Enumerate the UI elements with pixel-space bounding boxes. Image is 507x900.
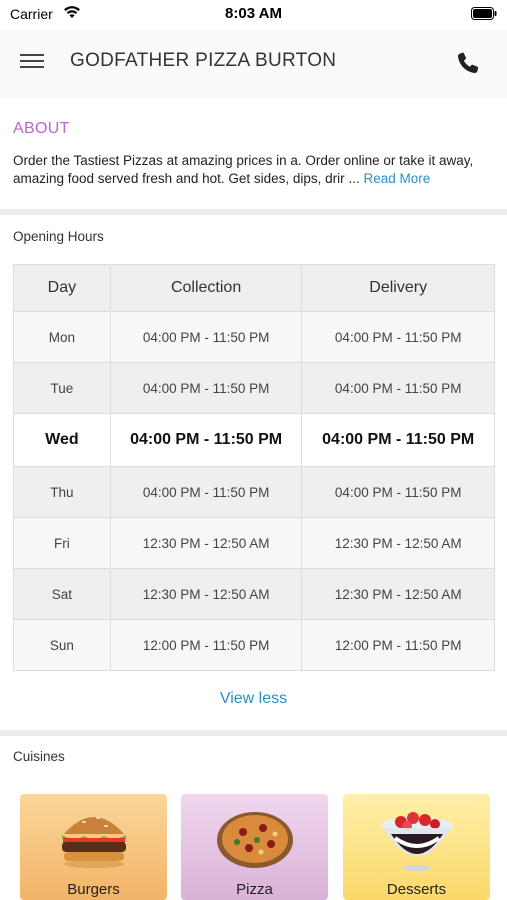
table-header-row: Day Collection Delivery xyxy=(13,264,495,312)
collection-cell: 04:00 PM - 11:50 PM xyxy=(109,362,303,414)
delivery-cell: 04:00 PM - 11:50 PM xyxy=(301,362,495,414)
burger-icon xyxy=(62,817,126,868)
about-heading: ABOUT xyxy=(13,120,70,137)
day-cell: Thu xyxy=(13,466,111,518)
opening-hours-table: Day Collection Delivery Mon 04:00 PM - 1… xyxy=(13,264,495,671)
cuisine-card-desserts[interactable]: Desserts xyxy=(343,794,490,900)
delivery-cell: 12:30 PM - 12:50 AM xyxy=(301,568,495,620)
cuisines-title: Cuisines xyxy=(13,749,65,764)
app-header: GODFATHER PIZZA BURTON xyxy=(0,30,507,98)
collection-cell: 04:00 PM - 11:50 PM xyxy=(109,311,303,363)
status-bar: Carrier 8:03 AM xyxy=(0,0,507,30)
table-row: Sat 12:30 PM - 12:50 AM 12:30 PM - 12:50… xyxy=(13,568,495,620)
page-title: GODFATHER PIZZA BURTON xyxy=(70,50,337,71)
cuisine-label: Burgers xyxy=(67,881,120,898)
day-cell: Mon xyxy=(13,311,111,363)
cuisine-label: Pizza xyxy=(236,881,273,898)
collection-cell: 12:00 PM - 11:50 PM xyxy=(109,619,303,671)
table-row: Thu 04:00 PM - 11:50 PM 04:00 PM - 11:50… xyxy=(13,466,495,518)
day-cell: Sat xyxy=(13,568,111,620)
opening-hours-title: Opening Hours xyxy=(13,229,104,244)
view-less-link[interactable]: View less xyxy=(0,690,507,708)
collection-cell: 04:00 PM - 11:50 PM xyxy=(109,413,303,467)
section-divider xyxy=(0,730,507,736)
collection-cell: 12:30 PM - 12:50 AM xyxy=(109,568,303,620)
delivery-cell: 04:00 PM - 11:50 PM xyxy=(301,466,495,518)
table-row: Sun 12:00 PM - 11:50 PM 12:00 PM - 11:50… xyxy=(13,619,495,671)
read-more-link[interactable]: Read More xyxy=(363,171,430,186)
collection-cell: 12:30 PM - 12:50 AM xyxy=(109,517,303,569)
column-header-delivery: Delivery xyxy=(301,264,495,312)
collection-cell: 04:00 PM - 11:50 PM xyxy=(109,466,303,518)
delivery-cell: 12:00 PM - 11:50 PM xyxy=(301,619,495,671)
day-cell: Fri xyxy=(13,517,111,569)
column-header-day: Day xyxy=(13,264,111,312)
about-section: ABOUT Order the Tastiest Pizzas at amazi… xyxy=(0,108,507,208)
dessert-icon xyxy=(381,812,453,871)
day-cell: Tue xyxy=(13,362,111,414)
cuisine-card-pizza[interactable]: Pizza xyxy=(181,794,328,900)
about-ellipsis: ... xyxy=(348,171,360,186)
hamburger-menu-icon[interactable] xyxy=(20,50,50,76)
phone-icon[interactable] xyxy=(455,50,481,76)
pizza-icon xyxy=(217,812,293,868)
delivery-cell: 04:00 PM - 11:50 PM xyxy=(301,311,495,363)
table-row: Mon 04:00 PM - 11:50 PM 04:00 PM - 11:50… xyxy=(13,311,495,363)
cuisine-label: Desserts xyxy=(386,881,447,898)
table-row: Fri 12:30 PM - 12:50 AM 12:30 PM - 12:50… xyxy=(13,517,495,569)
clock: 8:03 AM xyxy=(225,5,282,22)
day-cell: Sun xyxy=(13,619,111,671)
about-text: Order the Tastiest Pizzas at amazing pri… xyxy=(13,152,498,188)
battery-icon xyxy=(471,7,497,20)
cuisine-card-burgers[interactable]: Burgers xyxy=(20,794,167,900)
table-row: Tue 04:00 PM - 11:50 PM 04:00 PM - 11:50… xyxy=(13,362,495,414)
delivery-cell: 04:00 PM - 11:50 PM xyxy=(301,413,495,467)
table-row-today: Wed 04:00 PM - 11:50 PM 04:00 PM - 11:50… xyxy=(13,413,495,467)
column-header-collection: Collection xyxy=(109,264,303,312)
delivery-cell: 12:30 PM - 12:50 AM xyxy=(301,517,495,569)
section-divider xyxy=(0,209,507,215)
day-cell: Wed xyxy=(13,413,111,467)
